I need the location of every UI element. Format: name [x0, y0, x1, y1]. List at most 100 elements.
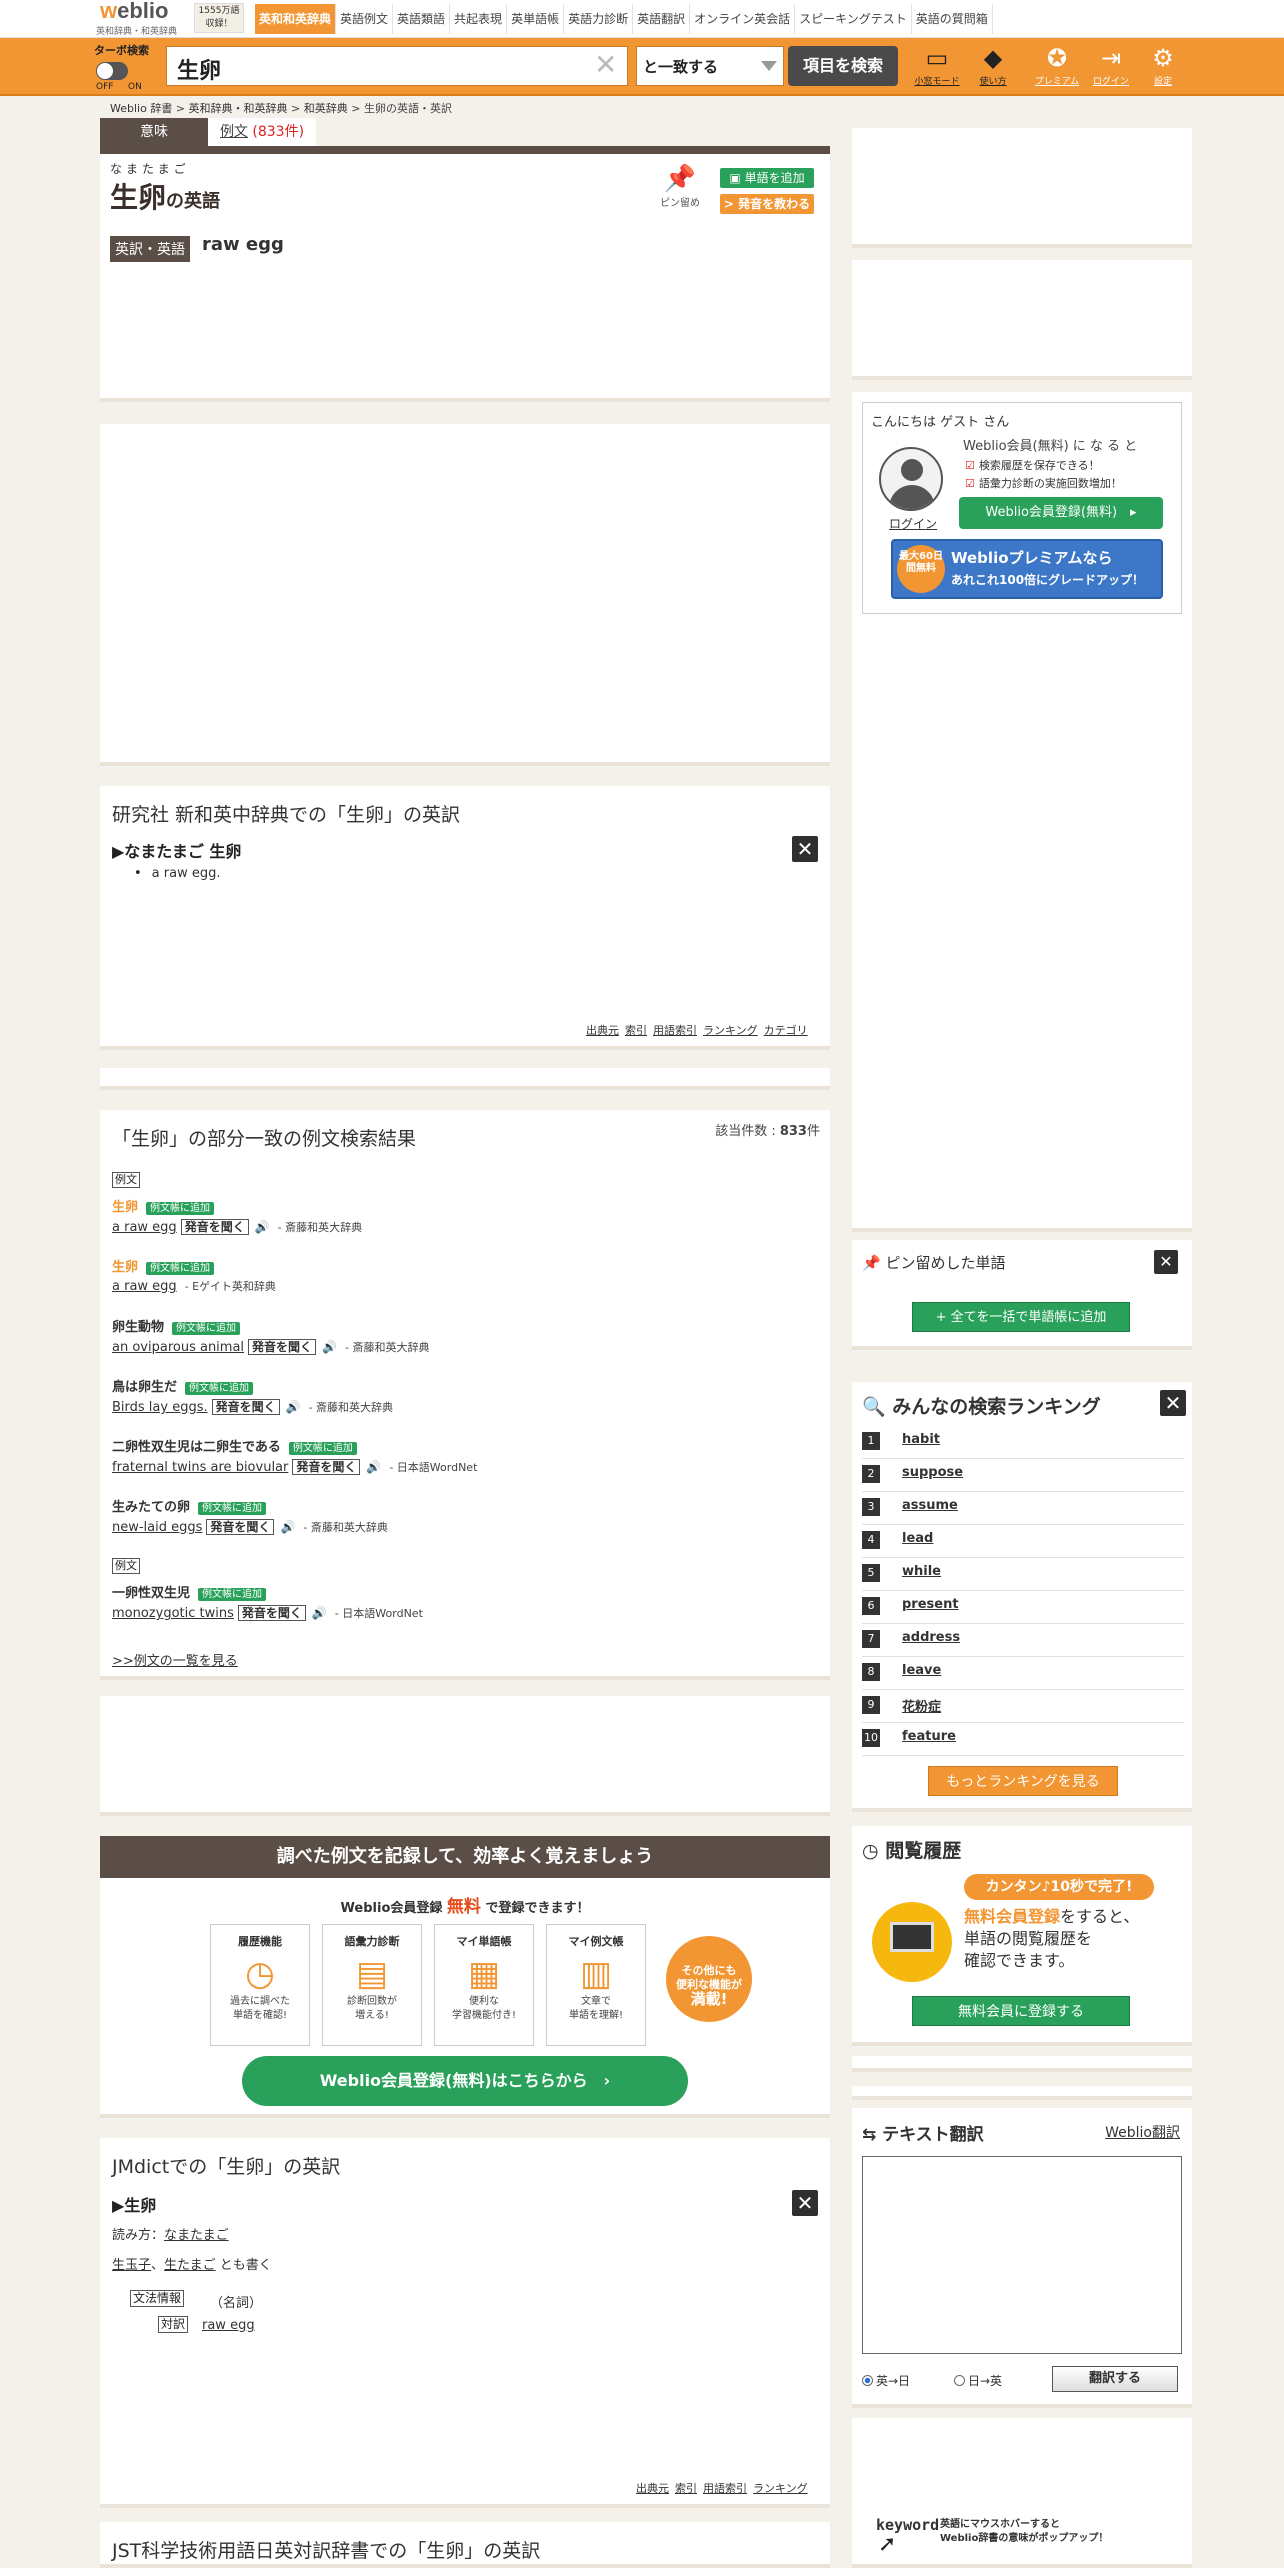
settings-button[interactable]: ⚙ 設定 — [1138, 42, 1188, 92]
listen-button[interactable]: 発音を聞く — [237, 1605, 306, 1621]
footer-term-index-link[interactable]: 用語索引 — [703, 2482, 747, 2495]
search-input[interactable]: 生卵 — [166, 46, 628, 86]
login-link[interactable]: ログイン — [889, 515, 937, 532]
speaker-icon[interactable]: 🔊 — [312, 1606, 327, 1620]
footer-source-link[interactable]: 出典元 — [636, 2482, 669, 2495]
weblio-translate-link[interactable]: Weblio翻訳 — [1105, 2122, 1180, 2142]
add-example-button[interactable]: 例文帳に追加 — [198, 1502, 267, 1515]
howto-button[interactable]: ◆ 使い方 — [968, 42, 1018, 92]
nav-tab-question-box[interactable]: 英語の質問箱 — [912, 4, 993, 34]
premium-button[interactable]: ✪ プレミアム — [1032, 42, 1082, 92]
nav-tab-synonyms[interactable]: 英語類語 — [393, 4, 451, 34]
speaker-icon[interactable]: 🔊 — [280, 1520, 295, 1534]
rank-word[interactable]: assume — [902, 1498, 958, 1513]
ranking-row[interactable]: 1 habit — [862, 1426, 1184, 1459]
register-button[interactable]: Weblio会員登録(無料)はこちらから › — [242, 2056, 688, 2106]
free-register-button[interactable]: 無料会員に登録する — [912, 1996, 1130, 2026]
nav-tab-collocations[interactable]: 共起表現 — [450, 4, 508, 34]
example-en-text[interactable]: a raw egg — [112, 1220, 177, 1235]
footer-term-index-link[interactable]: 用語索引 — [653, 1024, 697, 1037]
teach-pronunciation-button[interactable]: > 発音を教わる — [720, 194, 814, 214]
rank-word[interactable]: while — [902, 1564, 941, 1579]
listen-button[interactable]: 発音を聞く — [206, 1519, 275, 1535]
alt-spelling-link[interactable]: 生玉子 — [112, 2258, 151, 2273]
ranking-row[interactable]: 10 feature — [862, 1723, 1184, 1756]
nav-tab-diagnosis[interactable]: 英語力診断 — [564, 4, 634, 34]
match-mode-select[interactable]: と一致する — [636, 46, 784, 86]
tab-examples[interactable]: 例文 (833件) — [208, 118, 316, 146]
toggle-switch[interactable] — [96, 62, 128, 80]
translation-link[interactable]: a raw egg. — [152, 866, 221, 881]
ranking-row[interactable]: 8 leave — [862, 1657, 1184, 1690]
rank-word[interactable]: 花粉症 — [902, 1696, 941, 1715]
rank-word[interactable]: present — [902, 1597, 959, 1612]
turbo-search-toggle[interactable]: ターボ検索 OFF ON — [94, 42, 164, 92]
member-register-button[interactable]: Weblio会員登録(無料) ▸ — [959, 497, 1163, 529]
radio-en-ja[interactable]: 英→日 — [862, 2372, 910, 2389]
small-screen-mode-button[interactable]: ▭ 小窓モード — [912, 42, 962, 92]
example-en-text[interactable]: a raw egg — [112, 1279, 177, 1294]
weblio-logo[interactable]: weblio 英和辞典・和英辞典 — [96, 0, 190, 37]
close-icon[interactable]: ✕ — [1160, 1390, 1186, 1416]
rank-word[interactable]: feature — [902, 1729, 956, 1744]
example-en-text[interactable]: new-laid eggs — [112, 1520, 202, 1535]
add-example-button[interactable]: 例文帳に追加 — [185, 1382, 254, 1395]
rank-word[interactable]: lead — [902, 1531, 933, 1546]
ranking-row[interactable]: 9 花粉症 — [862, 1690, 1184, 1723]
listen-button[interactable]: 発音を聞く — [248, 1339, 317, 1355]
alt-spelling-link[interactable]: 生たまご — [164, 2258, 216, 2273]
nav-tab-wordbook[interactable]: 英単語帳 — [507, 4, 565, 34]
close-icon[interactable]: ✕ — [1154, 1250, 1178, 1274]
add-example-button[interactable]: 例文帳に追加 — [146, 1262, 215, 1275]
ranking-row[interactable]: 4 lead — [862, 1525, 1184, 1558]
pin-button[interactable]: 📌 ピン留め — [658, 164, 702, 209]
rank-word[interactable]: suppose — [902, 1465, 963, 1480]
add-example-button[interactable]: 例文帳に追加 — [172, 1322, 241, 1335]
ranking-row[interactable]: 6 present — [862, 1591, 1184, 1624]
ranking-row[interactable]: 5 while — [862, 1558, 1184, 1591]
nav-tab-ej-dictionary[interactable]: 英和和英辞典 — [255, 4, 337, 34]
example-en-text[interactable]: Birds lay eggs. — [112, 1400, 208, 1415]
tab-meaning[interactable]: 意味 — [100, 118, 208, 146]
breadcrumb-weblio[interactable]: Weblio 辞書 — [110, 102, 172, 115]
add-example-button[interactable]: 例文帳に追加 — [198, 1588, 267, 1601]
ranking-row[interactable]: 7 address — [862, 1624, 1184, 1657]
speaker-icon[interactable]: 🔊 — [255, 1220, 270, 1234]
reading-link[interactable]: なまたまご — [164, 2228, 229, 2243]
footer-index-link[interactable]: 索引 — [675, 2482, 697, 2495]
login-button[interactable]: ⇥ ログイン — [1086, 42, 1136, 92]
example-en-text[interactable]: an oviparous animal — [112, 1340, 244, 1355]
nav-tab-translation[interactable]: 英語翻訳 — [633, 4, 691, 34]
footer-category-link[interactable]: カテゴリ — [764, 1024, 808, 1037]
translation-textarea[interactable] — [862, 2156, 1182, 2354]
translation-value[interactable]: raw egg — [202, 2318, 255, 2333]
premium-banner[interactable]: 最大60日間無料 Weblioプレミアムなら あれこれ100倍にグレードアップ！ — [891, 539, 1163, 599]
radio-ja-en[interactable]: 日→英 — [954, 2372, 1002, 2389]
more-ranking-button[interactable]: もっとランキングを見る — [928, 1766, 1118, 1796]
footer-index-link[interactable]: 索引 — [625, 1024, 647, 1037]
add-example-button[interactable]: 例文帳に追加 — [288, 1442, 357, 1455]
rank-word[interactable]: leave — [902, 1663, 941, 1678]
close-icon[interactable]: ✕ — [792, 2190, 818, 2216]
footer-ranking-link[interactable]: ランキング — [753, 2482, 808, 2495]
rank-word[interactable]: address — [902, 1630, 960, 1645]
rank-word[interactable]: habit — [902, 1432, 940, 1447]
speaker-icon[interactable]: 🔊 — [286, 1400, 301, 1414]
clear-icon[interactable]: ✕ — [594, 50, 617, 80]
breadcrumb-je[interactable]: 和英辞典 — [304, 102, 348, 115]
more-examples-link[interactable]: >>例文の一覧を見る — [112, 1650, 238, 1669]
speaker-icon[interactable]: 🔊 — [366, 1460, 381, 1474]
search-button[interactable]: 項目を検索 — [788, 46, 898, 86]
breadcrumb-ej[interactable]: 英和辞典・和英辞典 — [189, 102, 288, 115]
ranking-row[interactable]: 2 suppose — [862, 1459, 1184, 1492]
add-example-button[interactable]: 例文帳に追加 — [146, 1202, 215, 1215]
listen-button[interactable]: 発音を聞く — [211, 1399, 280, 1415]
nav-tab-speaking-test[interactable]: スピーキングテスト — [795, 4, 912, 34]
listen-button[interactable]: 発音を聞く — [180, 1219, 249, 1235]
add-all-to-wordbook-button[interactable]: + 全てを一括で単語帳に追加 — [912, 1302, 1130, 1332]
example-en-text[interactable]: fraternal twins are biovular — [112, 1460, 288, 1475]
close-icon[interactable]: ✕ — [792, 836, 818, 862]
add-word-button[interactable]: ▣ 単語を追加 — [720, 168, 814, 188]
nav-tab-online-conversation[interactable]: オンライン英会話 — [690, 4, 796, 34]
listen-button[interactable]: 発音を聞く — [292, 1459, 361, 1475]
